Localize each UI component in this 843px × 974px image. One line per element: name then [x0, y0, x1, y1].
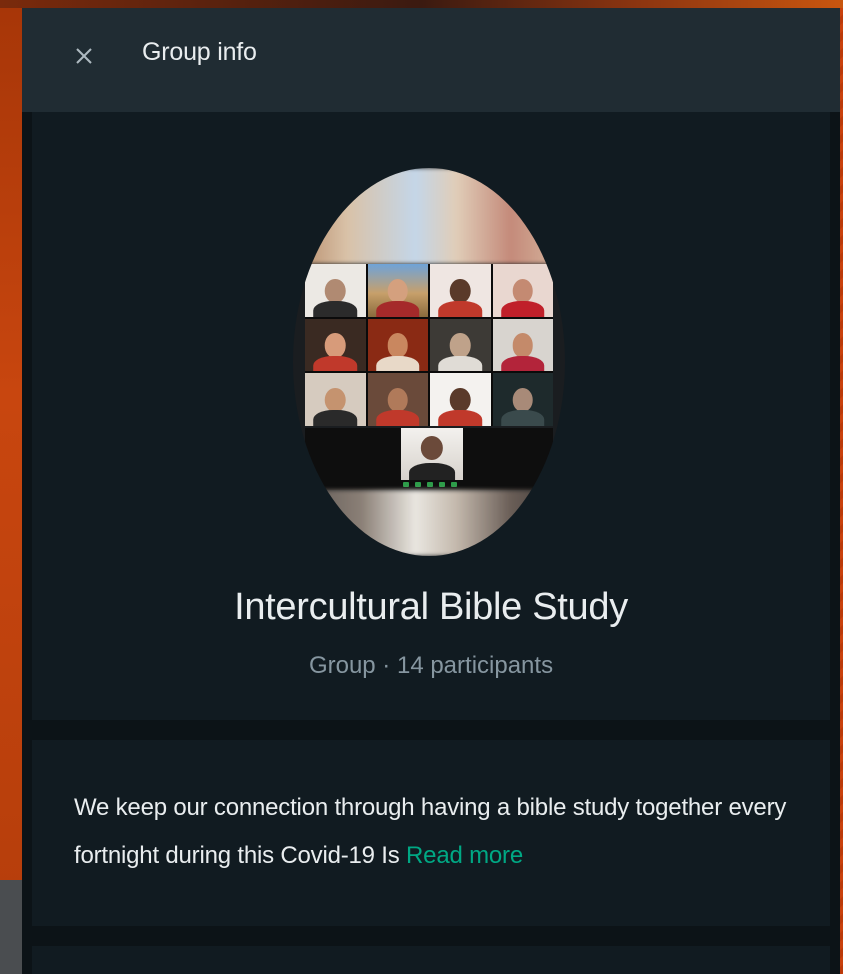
- avatar-blur-top: [293, 168, 565, 264]
- read-more-link[interactable]: Read more: [406, 842, 523, 869]
- participant-tile: [492, 318, 553, 372]
- participant-tile: [367, 318, 428, 372]
- description-section: We keep our connection through having a …: [32, 740, 830, 926]
- participant-tile: [492, 373, 553, 426]
- participant-tile: [367, 264, 428, 317]
- group-avatar[interactable]: [293, 168, 565, 556]
- video-call-bottom-row: [305, 428, 553, 490]
- close-button[interactable]: [66, 38, 102, 74]
- next-section: [32, 946, 830, 974]
- participant-tile: [401, 428, 463, 480]
- group-info-panel: Group info Intercultural Bible Study Gro…: [22, 8, 840, 974]
- panel-title: Group info: [142, 38, 257, 66]
- participant-tile: [430, 318, 491, 372]
- participant-tile: [492, 264, 553, 317]
- background-left-edge: [0, 8, 22, 974]
- participant-tile: [367, 373, 428, 426]
- background-left-edge-grey: [0, 880, 22, 974]
- participant-tile: [305, 373, 366, 426]
- group-participants-count: Group · 14 participants: [308, 652, 554, 679]
- call-toolbar: [403, 482, 483, 488]
- group-name: Intercultural Bible Study: [234, 586, 628, 628]
- video-call-grid: [305, 264, 553, 426]
- participant-tile: [305, 318, 366, 372]
- close-icon: [76, 48, 92, 64]
- participant-tile: [430, 373, 491, 426]
- avatar-blur-bottom: [293, 490, 565, 556]
- participant-tile: [430, 264, 491, 317]
- profile-section: Intercultural Bible Study Group · 14 par…: [32, 112, 830, 720]
- window-top-strip: [0, 0, 843, 8]
- panel-header: Group info: [22, 8, 840, 112]
- participant-tile: [305, 264, 366, 317]
- group-description: We keep our connection through having a …: [74, 784, 794, 880]
